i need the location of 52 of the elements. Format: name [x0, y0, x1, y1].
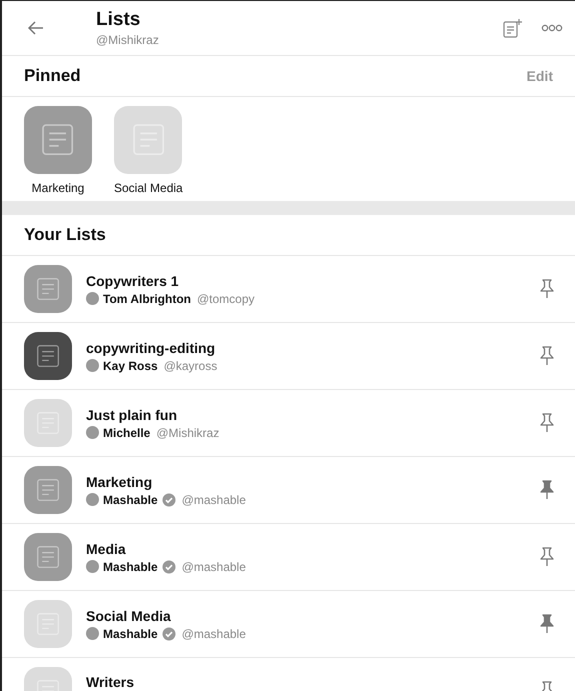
new-list-icon	[503, 18, 523, 38]
back-arrow-icon	[28, 21, 44, 35]
list-row[interactable]: Writers	[2, 658, 575, 691]
pin-icon	[539, 413, 555, 433]
owner-handle: @tomcopy	[196, 292, 255, 306]
list-name: Writers	[86, 674, 135, 690]
avatar	[86, 627, 99, 640]
pin-icon	[539, 614, 555, 634]
owner-name: Tom Albrighton	[103, 292, 191, 306]
pin-icon	[539, 279, 555, 299]
pinned-list-name[interactable]: Social Media	[114, 181, 183, 195]
list-name: Marketing	[86, 474, 154, 490]
document-icon	[36, 478, 60, 502]
list-row[interactable]: Just plain fun Michelle @Mishikraz	[2, 390, 575, 457]
owner-handle: @mashable	[182, 626, 246, 640]
document-icon	[36, 546, 60, 568]
document-icon	[42, 124, 74, 156]
avatar	[86, 493, 99, 506]
owner-name: Kay Ross	[103, 358, 158, 372]
list-row[interactable]: Media Mashable @mashable	[2, 524, 575, 591]
owner-name: Mashable	[103, 492, 158, 506]
avatar	[86, 426, 99, 439]
document-icon	[36, 278, 60, 300]
page-subtitle: @Mishikraz	[96, 33, 160, 47]
owner-handle: @mashable	[182, 492, 246, 506]
list-row[interactable]: Marketing Mashable @mashable	[2, 457, 575, 524]
list-row[interactable]: Copywriters 1 Tom Albrighton @tomcopy	[2, 256, 575, 323]
document-icon	[36, 344, 60, 368]
list-name: Just plain fun	[86, 406, 178, 422]
pinned-list-name[interactable]: Marketing	[32, 181, 84, 195]
pin-icon	[539, 346, 555, 366]
page-title: Lists	[96, 9, 142, 31]
list-name: Copywriters 1	[86, 272, 180, 288]
avatar	[86, 560, 99, 573]
more-icon	[541, 24, 563, 32]
owner-handle: @Mishikraz	[156, 426, 220, 440]
list-name: copywriting-editing	[86, 340, 216, 356]
owner-handle: @kayross	[164, 358, 218, 372]
avatar	[86, 292, 99, 305]
owner-name: Michelle	[103, 426, 150, 440]
list-row[interactable]: copywriting-editing Kay Ross @kayross	[2, 323, 575, 390]
owner-name: Mashable	[103, 626, 158, 640]
avatar	[86, 359, 99, 372]
pin-icon	[539, 547, 555, 567]
section-heading: Pinned	[24, 66, 81, 86]
owner-name: Mashable	[103, 560, 158, 574]
pin-icon	[539, 480, 555, 500]
list-name: Social Media	[86, 608, 172, 624]
owner-handle: @mashable	[182, 560, 246, 574]
list-row[interactable]: Social Media Mashable @mashable	[2, 591, 575, 658]
section-heading: Your Lists	[24, 225, 106, 245]
list-name: Media	[86, 540, 127, 556]
